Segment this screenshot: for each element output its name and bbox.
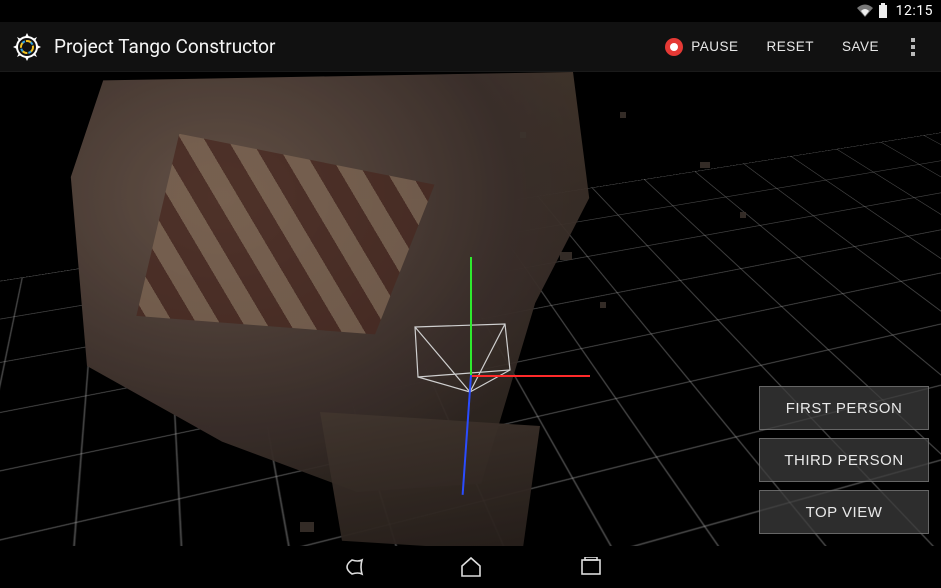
- mesh-fragment: [560, 252, 572, 260]
- recents-button[interactable]: [576, 552, 606, 582]
- top-view-button[interactable]: TOP VIEW: [759, 490, 929, 534]
- app-icon: [10, 30, 44, 64]
- mesh-fragment: [520, 132, 526, 138]
- battery-icon: [878, 3, 888, 19]
- axis-x: [470, 375, 590, 377]
- view-mode-panel: FIRST PERSON THIRD PERSON TOP VIEW: [759, 386, 929, 534]
- save-button[interactable]: SAVE: [828, 22, 893, 72]
- third-person-label: THIRD PERSON: [784, 452, 903, 469]
- mesh-fragment: [700, 162, 710, 168]
- mesh-fragment: [300, 522, 314, 532]
- status-bar: 12:15: [0, 0, 941, 22]
- save-label: SAVE: [842, 39, 879, 54]
- viewport-3d[interactable]: FIRST PERSON THIRD PERSON TOP VIEW: [0, 72, 941, 546]
- pause-label: PAUSE: [691, 39, 738, 54]
- overflow-menu-button[interactable]: [893, 22, 933, 72]
- back-button[interactable]: [336, 552, 366, 582]
- mesh-fragment: [620, 112, 626, 118]
- axis-gizmo: [470, 257, 472, 457]
- app-title: Project Tango Constructor: [54, 35, 275, 58]
- device-frame: 12:15 Project Tango Constructor PAUSE RE…: [0, 0, 941, 588]
- third-person-button[interactable]: THIRD PERSON: [759, 438, 929, 482]
- first-person-button[interactable]: FIRST PERSON: [759, 386, 929, 430]
- axis-y: [470, 257, 472, 377]
- mesh-fragment: [600, 302, 606, 308]
- reset-label: RESET: [766, 39, 814, 54]
- wifi-icon: [856, 4, 874, 18]
- first-person-label: FIRST PERSON: [786, 400, 903, 417]
- reset-button[interactable]: RESET: [752, 22, 828, 72]
- system-nav-bar: [0, 546, 941, 588]
- mesh-fragment: [740, 212, 746, 218]
- reconstructed-mesh-wall: [320, 412, 540, 546]
- status-clock: 12:15: [896, 3, 933, 19]
- action-bar: Project Tango Constructor PAUSE RESET SA…: [0, 22, 941, 72]
- top-view-label: TOP VIEW: [806, 504, 883, 521]
- home-button[interactable]: [456, 552, 486, 582]
- record-icon: [665, 38, 683, 56]
- pause-button[interactable]: PAUSE: [651, 22, 752, 72]
